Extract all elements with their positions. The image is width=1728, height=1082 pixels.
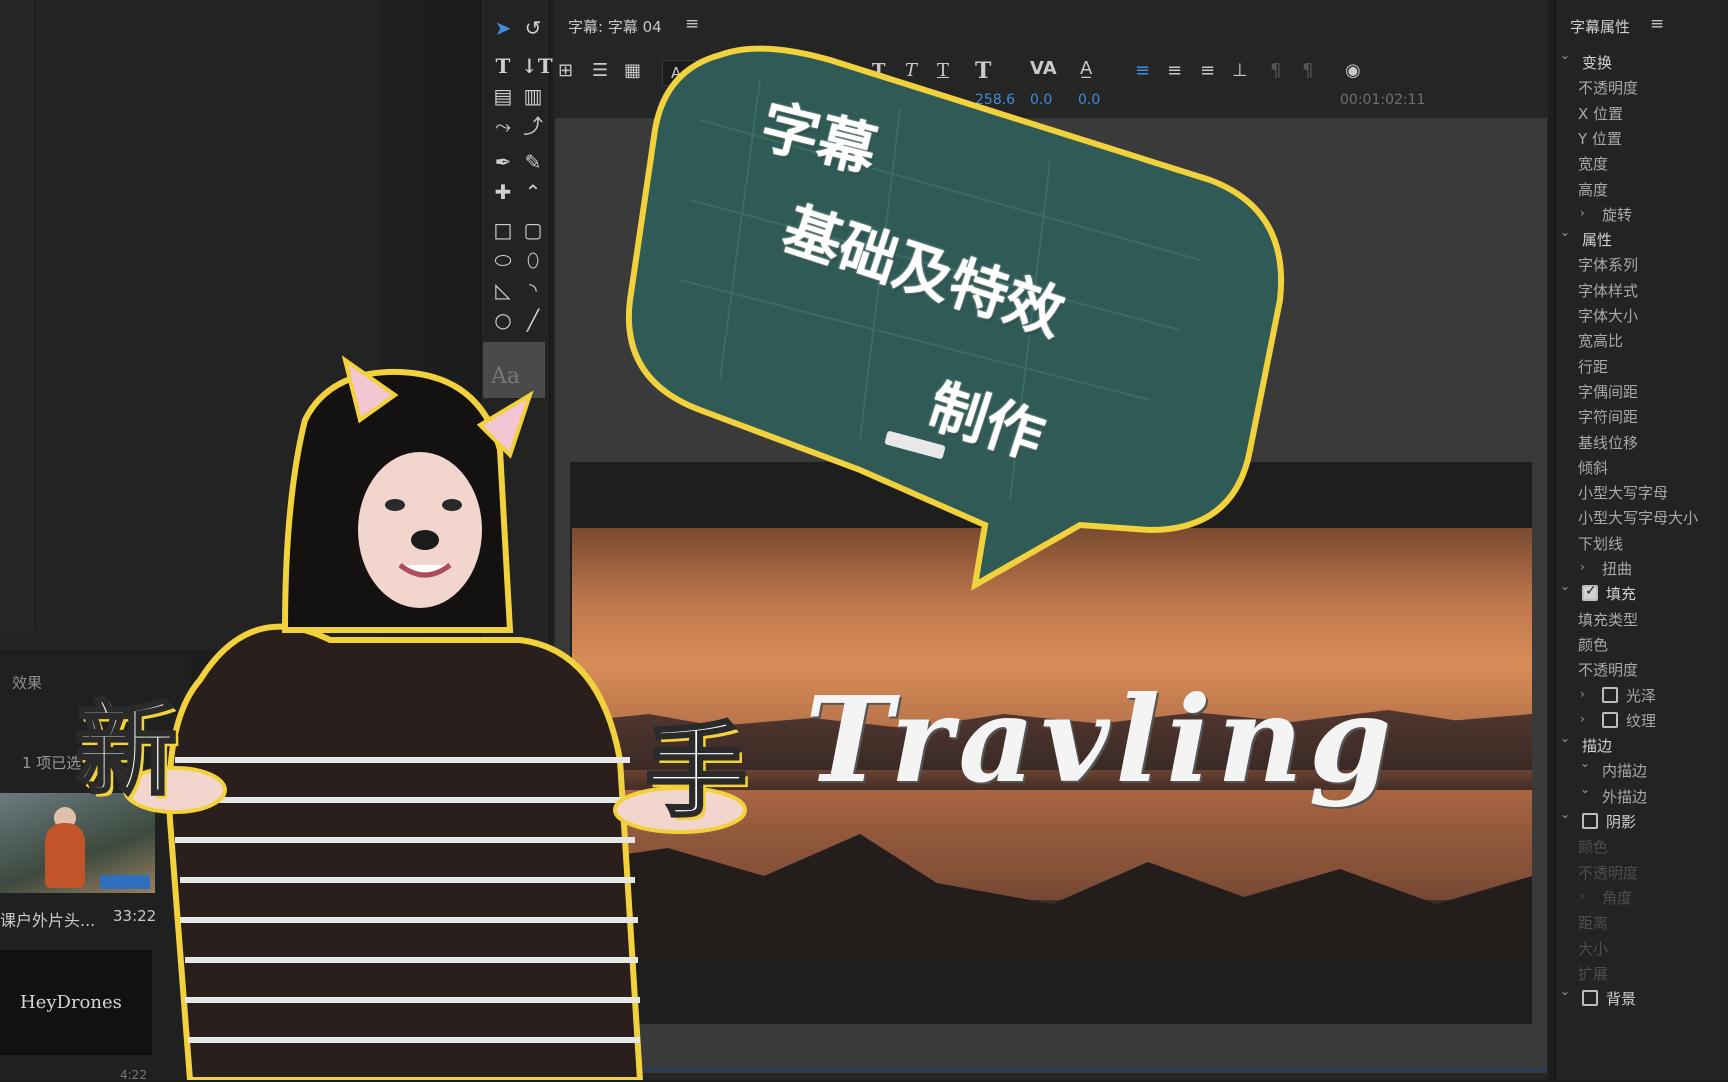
presenter-figure: [123, 355, 747, 1080]
overlay-word-left: 新: [74, 690, 179, 812]
overlay-word-right: 手: [644, 712, 749, 834]
